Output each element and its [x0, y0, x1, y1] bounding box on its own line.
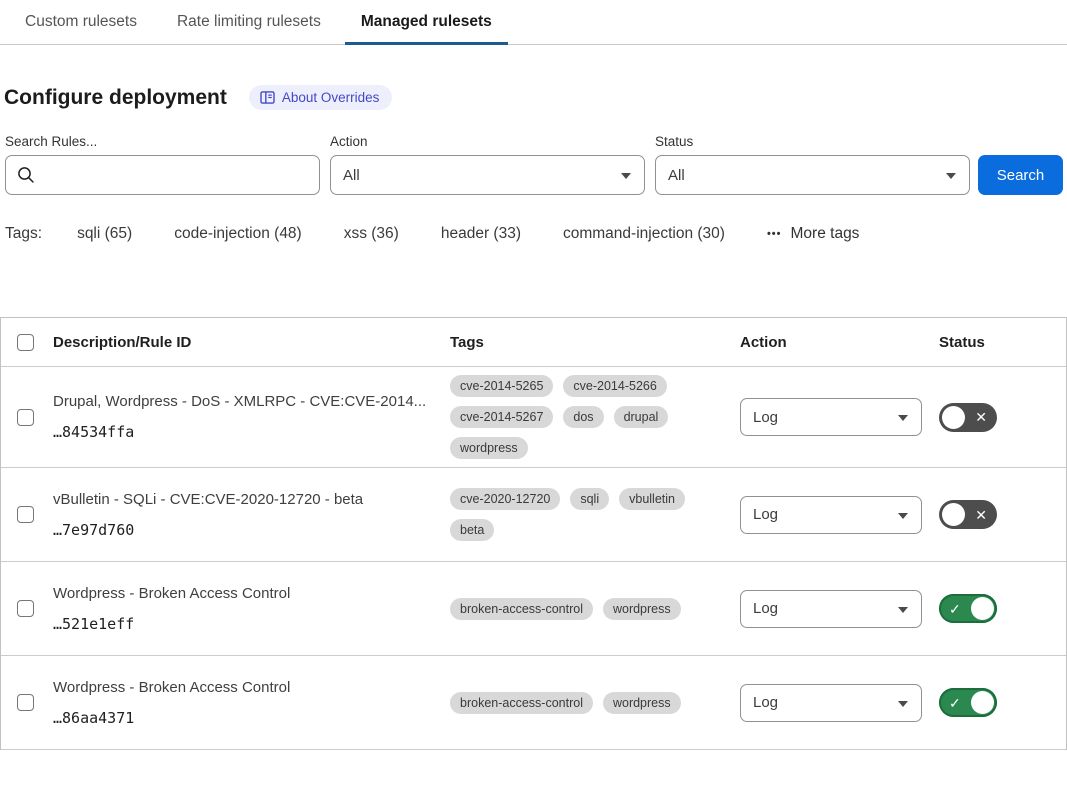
- tag-pill: cve-2020-12720: [450, 488, 560, 510]
- book-icon: [260, 91, 275, 104]
- search-rules-label: Search Rules...: [5, 134, 320, 149]
- rule-id: …84534ffa: [53, 423, 434, 441]
- rule-tags: broken-access-control wordpress: [442, 590, 732, 628]
- rule-tags: cve-2020-12720 sqli vbulletin beta: [442, 480, 732, 549]
- toggle-knob: [971, 597, 994, 620]
- tag-filter-link[interactable]: code-injection (48): [174, 225, 302, 243]
- rule-description: vBulletin - SQLi - CVE:CVE-2020-12720 - …: [53, 491, 434, 508]
- tab-custom-rulesets[interactable]: Custom rulesets: [9, 0, 153, 44]
- tag-pill: broken-access-control: [450, 692, 593, 714]
- rule-id: …86aa4371: [53, 709, 434, 727]
- rule-action-select[interactable]: Log: [740, 590, 922, 628]
- tag-pill: cve-2014-5267: [450, 406, 553, 428]
- tag-pill: wordpress: [603, 692, 681, 714]
- rule-tags: cve-2014-5265 cve-2014-5266 cve-2014-5267 d…: [442, 367, 732, 467]
- tag-pill: sqli: [570, 488, 609, 510]
- about-overrides-badge[interactable]: About Overrides: [249, 85, 393, 110]
- status-toggle[interactable]: ✓: [939, 688, 997, 717]
- status-filter-value: All: [668, 167, 685, 184]
- chevron-down-icon: [898, 701, 908, 707]
- action-filter-field: Action All: [330, 134, 645, 195]
- column-header-action: Action: [732, 326, 931, 359]
- tag-pill: wordpress: [450, 437, 528, 459]
- tag-pill: dos: [563, 406, 603, 428]
- tab-rate-limiting-rulesets[interactable]: Rate limiting rulesets: [161, 0, 337, 44]
- table-header-row: Description/Rule ID Tags Action Status: [1, 318, 1066, 367]
- chevron-down-icon: [898, 513, 908, 519]
- column-header-description: Description/Rule ID: [45, 326, 442, 359]
- tag-pill: vbulletin: [619, 488, 685, 510]
- chevron-down-icon: [898, 607, 908, 613]
- tag-pill: beta: [450, 519, 494, 541]
- table-row: vBulletin - SQLi - CVE:CVE-2020-12720 - …: [1, 468, 1066, 562]
- table-row: Drupal, Wordpress - DoS - XMLRPC - CVE:C…: [1, 367, 1066, 468]
- more-tags-button[interactable]: ••• More tags: [767, 225, 859, 243]
- filter-bar: Search Rules... Action All Status All Se…: [5, 134, 1067, 195]
- tags-bar-label: Tags:: [5, 225, 42, 243]
- tag-filter-link[interactable]: header (33): [441, 225, 521, 243]
- row-checkbox[interactable]: [17, 600, 34, 617]
- title-row: Configure deployment About Overrides: [4, 85, 1067, 110]
- search-rules-input[interactable]: [5, 155, 320, 195]
- toggle-knob: [942, 406, 965, 429]
- about-overrides-label: About Overrides: [282, 90, 380, 105]
- search-field: Search Rules...: [5, 134, 320, 195]
- tag-pill: cve-2014-5265: [450, 375, 553, 397]
- action-filter-select[interactable]: All: [330, 155, 645, 195]
- rule-action-select[interactable]: Log: [740, 684, 922, 722]
- rule-description: Drupal, Wordpress - DoS - XMLRPC - CVE:C…: [53, 393, 434, 410]
- row-checkbox[interactable]: [17, 506, 34, 523]
- tag-pill: broken-access-control: [450, 598, 593, 620]
- rule-description: Wordpress - Broken Access Control: [53, 679, 434, 696]
- status-filter-field: Status All: [655, 134, 970, 195]
- select-all-checkbox[interactable]: [17, 334, 34, 351]
- table-row: Wordpress - Broken Access Control …86aa4…: [1, 656, 1066, 750]
- status-toggle[interactable]: ✕: [939, 403, 997, 432]
- status-toggle[interactable]: ✕: [939, 500, 997, 529]
- ruleset-tab-bar: Custom rulesetsRate limiting rulesetsMan…: [0, 0, 1067, 45]
- table-row: Wordpress - Broken Access Control …521e1…: [1, 562, 1066, 656]
- ellipsis-icon: •••: [767, 228, 782, 240]
- chevron-down-icon: [621, 173, 631, 179]
- search-icon: [17, 166, 35, 184]
- rule-action-select[interactable]: Log: [740, 398, 922, 436]
- status-toggle[interactable]: ✓: [939, 594, 997, 623]
- more-tags-label: More tags: [791, 225, 860, 243]
- status-filter-label: Status: [655, 134, 970, 149]
- chevron-down-icon: [898, 415, 908, 421]
- tab-managed-rulesets[interactable]: Managed rulesets: [345, 0, 508, 44]
- tag-pill: wordpress: [603, 598, 681, 620]
- rule-description: Wordpress - Broken Access Control: [53, 585, 434, 602]
- action-filter-label: Action: [330, 134, 645, 149]
- page-title: Configure deployment: [4, 86, 227, 110]
- tag-filter-link[interactable]: sqli (65): [77, 225, 132, 243]
- rules-table: Description/Rule ID Tags Action Status D…: [0, 317, 1067, 750]
- tags-bar: Tags: sqli (65) code-injection (48) xss (3…: [5, 225, 1067, 243]
- tag-filter-link[interactable]: xss (36): [344, 225, 399, 243]
- toggle-knob: [971, 691, 994, 714]
- chevron-down-icon: [946, 173, 956, 179]
- rule-id: …521e1eff: [53, 615, 434, 633]
- toggle-knob: [942, 503, 965, 526]
- rule-action-select[interactable]: Log: [740, 496, 922, 534]
- rule-id: …7e97d760: [53, 521, 434, 539]
- action-filter-value: All: [343, 167, 360, 184]
- tag-filter-link[interactable]: command-injection (30): [563, 225, 725, 243]
- row-checkbox[interactable]: [17, 694, 34, 711]
- row-checkbox[interactable]: [17, 409, 34, 426]
- column-header-tags: Tags: [442, 326, 732, 359]
- status-filter-select[interactable]: All: [655, 155, 970, 195]
- search-button[interactable]: Search: [978, 155, 1063, 195]
- rule-tags: broken-access-control wordpress: [442, 684, 732, 722]
- tag-pill: cve-2014-5266: [563, 375, 666, 397]
- tag-pill: drupal: [614, 406, 669, 428]
- column-header-status: Status: [931, 326, 1066, 359]
